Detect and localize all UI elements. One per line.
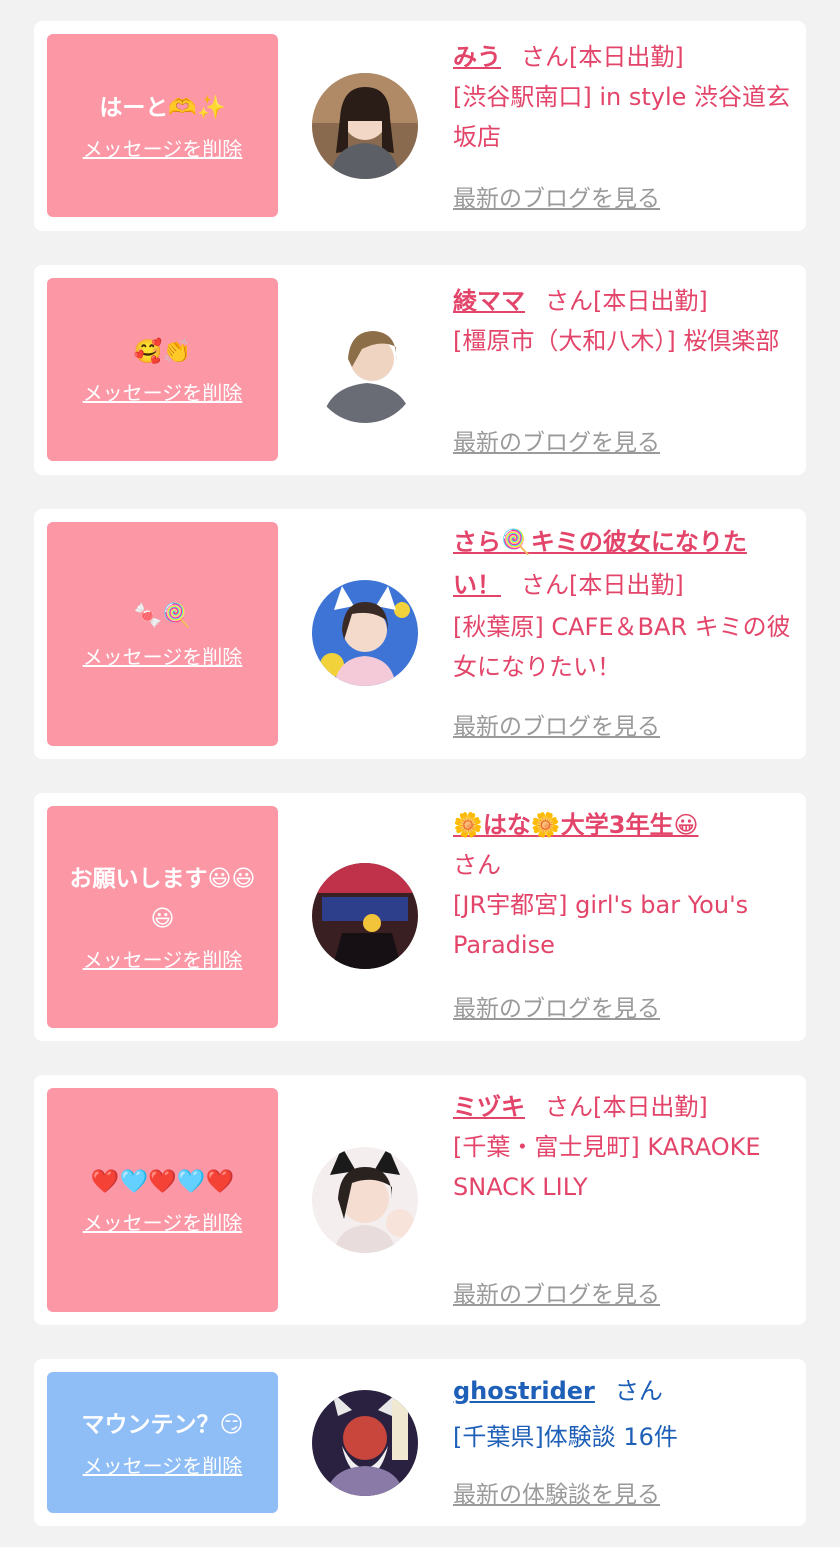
- message-card: ❤️🩵❤️🩵❤️ メッセージを削除 ミヅキ さん[本日出勤] [千葉・富士見町] …: [34, 1075, 806, 1325]
- cast-name-link[interactable]: 綾ママ: [453, 287, 525, 315]
- message-bubble: ❤️🩵❤️🩵❤️ メッセージを削除: [47, 1088, 278, 1312]
- review-card: マウンテン？😏 メッセージを削除 ghostrider さん [千葉県]体験談 1…: [34, 1359, 806, 1526]
- message-bubble: 🍬🍭 メッセージを削除: [47, 522, 278, 746]
- cast-name-line: 綾ママ さん[本日出勤]: [453, 281, 793, 321]
- delete-message-link[interactable]: メッセージを削除: [83, 1451, 243, 1481]
- cast-info: みう さん[本日出勤] [渋谷駅南口] in style 渋谷道玄坂店 最新のブロ…: [453, 37, 793, 212]
- cast-suffix: さん[本日出勤]: [521, 43, 684, 71]
- cast-info: 🌼はな🌼大学3年生😀 さん [JR宇都宮] girl's bar You's P…: [453, 805, 793, 1022]
- shop-name: [千葉・富士見町] KARAOKE SNACK LILY: [453, 1133, 761, 1201]
- message-card: はーと🫶✨ メッセージを削除 みう さん[本日出勤] [渋谷駅南口] in sty…: [34, 21, 806, 231]
- shop-name: [秋葉原] CAFE＆BAR キミの彼女になりたい！: [453, 613, 791, 681]
- avatar[interactable]: [312, 580, 418, 686]
- message-text: 🍬🍭: [133, 603, 192, 629]
- cast-name-link[interactable]: みう: [453, 43, 501, 71]
- cast-info: 綾ママ さん[本日出勤] [橿原市（大和八木）] 桜倶楽部 最新のブログを見る: [453, 281, 793, 456]
- avatar[interactable]: [312, 1390, 418, 1496]
- avatar[interactable]: [312, 863, 418, 969]
- cast-name-line: ミヅキ さん[本日出勤]: [453, 1087, 793, 1127]
- message-card: お願いします😃😃😃 メッセージを削除 🌼はな🌼大学3年生😀 さん [JR宇都宮]…: [34, 793, 806, 1041]
- message-bubble: はーと🫶✨ メッセージを削除: [47, 34, 278, 217]
- delete-message-link[interactable]: メッセージを削除: [83, 1208, 243, 1238]
- delete-message-link[interactable]: メッセージを削除: [83, 378, 243, 408]
- shop-name: [橿原市（大和八木）] 桜倶楽部: [453, 327, 780, 355]
- cast-info: ミヅキ さん[本日出勤] [千葉・富士見町] KARAOKE SNACK LILY…: [453, 1087, 793, 1308]
- message-text: 🥰👏: [133, 338, 192, 365]
- delete-message-link[interactable]: メッセージを削除: [83, 642, 243, 672]
- avatar[interactable]: [312, 1147, 418, 1253]
- latest-blog-link[interactable]: 最新のブログを見る: [453, 179, 660, 213]
- cast-name-line: 🌼はな🌼大学3年生😀 さん: [453, 805, 793, 885]
- user-suffix: さん: [614, 1377, 663, 1405]
- latest-review-link[interactable]: 最新の体験談を見る: [453, 1475, 660, 1509]
- message-bubble: 🥰👏 メッセージを削除: [47, 278, 278, 461]
- message-bubble: マウンテン？😏 メッセージを削除: [47, 1372, 278, 1513]
- cast-name-line: さら🍭キミの彼女になりたい！ さん[本日出勤]: [453, 521, 793, 607]
- message-card: 🥰👏 メッセージを削除 綾ママ さん[本日出勤] [橿原市（大和八木）] 桜倶楽部…: [34, 265, 806, 475]
- message-text: ❤️🩵❤️🩵❤️: [90, 1169, 235, 1195]
- cast-name-link[interactable]: 🌼はな🌼大学3年生😀: [453, 811, 698, 839]
- latest-blog-link[interactable]: 最新のブログを見る: [453, 1275, 660, 1309]
- cast-info: さら🍭キミの彼女になりたい！ さん[本日出勤] [秋葉原] CAFE＆BAR キミ…: [453, 521, 793, 740]
- review-count: [千葉県]体験談 16件: [453, 1423, 678, 1451]
- latest-blog-link[interactable]: 最新のブログを見る: [453, 707, 660, 741]
- user-name-line: ghostrider さん: [453, 1371, 793, 1411]
- latest-blog-link[interactable]: 最新のブログを見る: [453, 423, 660, 457]
- message-card: 🍬🍭 メッセージを削除 さら🍭キミの彼女になりたい！ さん[本日出勤] [秋葉原]…: [34, 509, 806, 759]
- cast-suffix: さん: [453, 851, 501, 879]
- delete-message-link[interactable]: メッセージを削除: [83, 134, 243, 164]
- shop-name: [JR宇都宮] girl's bar You's Paradise: [453, 891, 749, 959]
- avatar[interactable]: [312, 317, 418, 423]
- avatar[interactable]: [312, 73, 418, 179]
- cast-suffix: さん[本日出勤]: [521, 571, 684, 599]
- message-text: マウンテン？😏: [81, 1411, 244, 1438]
- message-text: お願いします😃😃😃: [69, 866, 256, 932]
- latest-blog-link[interactable]: 最新のブログを見る: [453, 989, 660, 1023]
- review-info: ghostrider さん [千葉県]体験談 16件 最新の体験談を見る: [453, 1371, 793, 1508]
- message-text: はーと🫶✨: [99, 94, 226, 121]
- cast-name-link[interactable]: ミヅキ: [453, 1093, 525, 1121]
- message-bubble: お願いします😃😃😃 メッセージを削除: [47, 806, 278, 1028]
- cast-suffix: さん[本日出勤]: [545, 1093, 708, 1121]
- delete-message-link[interactable]: メッセージを削除: [83, 945, 243, 975]
- cast-name-line: みう さん[本日出勤]: [453, 37, 793, 77]
- user-name-link[interactable]: ghostrider: [453, 1377, 595, 1405]
- cast-suffix: さん[本日出勤]: [545, 287, 708, 315]
- shop-name: [渋谷駅南口] in style 渋谷道玄坂店: [453, 83, 791, 151]
